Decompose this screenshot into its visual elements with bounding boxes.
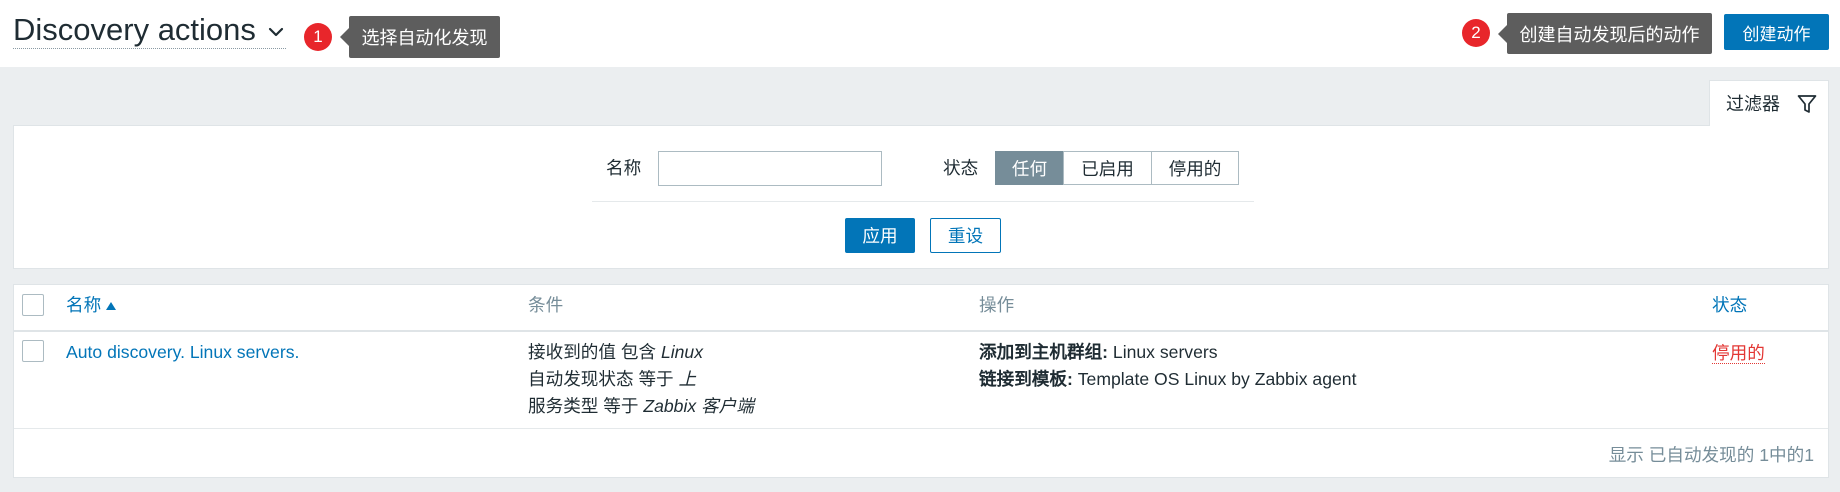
operation-value: Linux servers bbox=[1112, 342, 1218, 362]
operation-label: 链接到模板: bbox=[979, 369, 1073, 389]
table-header-divider bbox=[14, 330, 1828, 332]
condition-line: 服务类型 等于 Zabbix 客户端 bbox=[528, 393, 754, 420]
column-header-operations: 操作 bbox=[979, 295, 1015, 315]
column-header-conditions: 条件 bbox=[528, 295, 564, 315]
condition-value: 上 bbox=[678, 369, 697, 389]
filter-name-label: 名称 bbox=[606, 158, 642, 178]
filter-status-label: 状态 bbox=[943, 158, 979, 178]
page-title-dropdown[interactable]: Discovery actions bbox=[13, 12, 286, 49]
page-title: Discovery actions bbox=[13, 12, 256, 47]
filter-tab[interactable]: 过滤器 bbox=[1709, 80, 1829, 126]
status-toggle-link[interactable]: 停用的 bbox=[1712, 343, 1765, 364]
condition-text: 服务类型 等于 bbox=[528, 396, 639, 416]
reset-button[interactable]: 重设 bbox=[930, 218, 1001, 253]
callout-tooltip-2: 创建自动发现后的动作 bbox=[1498, 13, 1712, 54]
pagination-summary: 显示 已自动发现的 1中的1 bbox=[1608, 445, 1814, 465]
select-all-checkbox[interactable] bbox=[22, 294, 44, 316]
filter-separator bbox=[592, 201, 1254, 202]
callout-badge-1: 1 bbox=[304, 23, 332, 51]
filter-icon bbox=[1797, 94, 1817, 113]
status-option-any[interactable]: 任何 bbox=[995, 151, 1064, 185]
callout-badge-2: 2 bbox=[1462, 19, 1490, 47]
operation-line: 链接到模板: Template OS Linux by Zabbix agent bbox=[979, 366, 1356, 393]
filter-name-input[interactable] bbox=[658, 151, 882, 186]
column-header-status[interactable]: 状态 bbox=[1712, 294, 1747, 316]
row-divider bbox=[14, 428, 1828, 429]
status-option-enabled[interactable]: 已启用 bbox=[1063, 151, 1152, 185]
condition-value: Linux bbox=[660, 342, 703, 362]
callout-tooltip-1: 选择自动化发现 bbox=[340, 16, 500, 58]
condition-value: Zabbix 客户端 bbox=[643, 396, 754, 416]
column-header-name[interactable]: 名称 bbox=[66, 294, 117, 316]
operation-line: 添加到主机群组: Linux servers bbox=[979, 339, 1356, 366]
apply-button[interactable]: 应用 bbox=[845, 218, 915, 253]
operation-value: Template OS Linux by Zabbix agent bbox=[1077, 369, 1357, 389]
operations-cell: 添加到主机群组: Linux servers 链接到模板: Template O… bbox=[979, 339, 1356, 393]
row-checkbox[interactable] bbox=[22, 340, 44, 362]
status-segmented-control: 任何 已启用 停用的 bbox=[995, 151, 1239, 185]
filter-tab-label: 过滤器 bbox=[1726, 93, 1780, 114]
actions-table: 名称 条件 操作 状态 Auto discovery. Linux server… bbox=[13, 284, 1829, 478]
conditions-cell: 接收到的值 包含 Linux 自动发现状态 等于 上 服务类型 等于 Zabbi… bbox=[528, 339, 754, 420]
action-name-link[interactable]: Auto discovery. Linux servers. bbox=[66, 339, 299, 366]
status-cell: 停用的 bbox=[1712, 342, 1765, 364]
sort-ascending-icon bbox=[106, 302, 117, 310]
operation-label: 添加到主机群组: bbox=[979, 342, 1109, 362]
status-option-disabled[interactable]: 停用的 bbox=[1151, 151, 1239, 185]
column-header-name-label: 名称 bbox=[66, 295, 102, 315]
chevron-down-icon bbox=[268, 27, 284, 37]
create-action-button[interactable]: 创建动作 bbox=[1724, 14, 1829, 50]
condition-text: 接收到的值 包含 bbox=[528, 342, 657, 362]
filter-panel: 名称 状态 任何 已启用 停用的 应用 重设 bbox=[13, 125, 1829, 269]
condition-line: 接收到的值 包含 Linux bbox=[528, 339, 754, 366]
condition-text: 自动发现状态 等于 bbox=[528, 369, 674, 389]
condition-line: 自动发现状态 等于 上 bbox=[528, 366, 754, 393]
